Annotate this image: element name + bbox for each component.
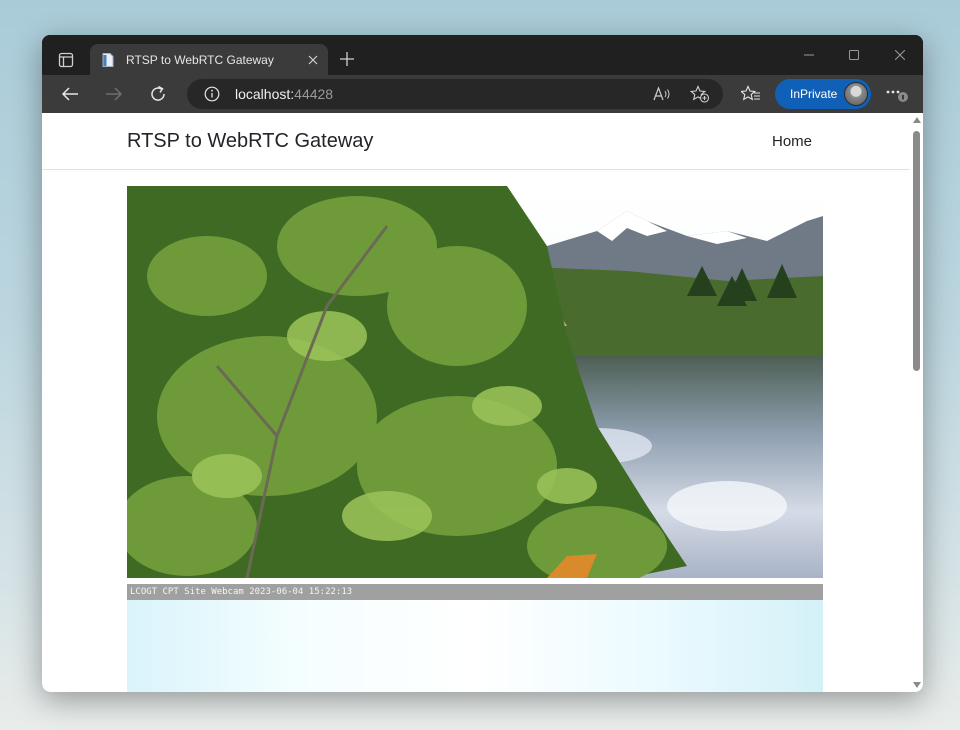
video-stream-lake[interactable] (127, 186, 823, 578)
refresh-icon (151, 85, 165, 101)
window-close-button[interactable] (885, 41, 915, 69)
tab-actions-icon (58, 52, 74, 68)
url-port: 44428 (294, 86, 334, 102)
maximize-icon (849, 50, 859, 60)
more-icon (886, 90, 908, 102)
site-brand[interactable]: RTSP to WebRTC Gateway (127, 130, 373, 153)
lake-webcam-image (127, 186, 823, 578)
forward-button[interactable] (99, 80, 129, 108)
inprivate-button[interactable]: InPrivate (775, 79, 871, 109)
tab-actions-button[interactable] (51, 46, 81, 74)
tab-title: RTSP to WebRTC Gateway (126, 52, 274, 67)
scroll-down-arrow[interactable] (913, 682, 921, 688)
active-tab[interactable]: RTSP to WebRTC Gateway (90, 44, 328, 75)
favorites-icon (741, 85, 760, 101)
page-icon (102, 52, 114, 67)
video-stream-site-webcam[interactable] (127, 600, 823, 692)
site-navbar: RTSP to WebRTC Gateway Home (42, 113, 910, 170)
back-button[interactable] (55, 80, 85, 108)
scroll-thumb[interactable] (913, 131, 920, 371)
favorites-button[interactable] (736, 80, 766, 108)
page-viewport: RTSP to WebRTC Gateway Home LCOGT CPT Si… (42, 113, 923, 692)
browser-toolbar: localhost:44428 InPrivate (42, 75, 923, 113)
browser-window: RTSP to WebRTC Gateway localhost:44428 I… (42, 35, 923, 692)
plus-icon (340, 52, 354, 66)
site-info-button[interactable] (201, 83, 223, 105)
avatar (844, 82, 868, 106)
scroll-up-arrow[interactable] (913, 117, 921, 123)
inprivate-label: InPrivate (790, 87, 838, 101)
vertical-scrollbar[interactable] (910, 113, 923, 692)
read-aloud-icon (653, 86, 670, 101)
minimize-button[interactable] (794, 41, 824, 69)
tab-close-button[interactable] (300, 47, 326, 73)
back-icon (61, 87, 78, 101)
maximize-button[interactable] (839, 41, 869, 69)
nav-home-link[interactable]: Home (772, 133, 812, 150)
minimize-icon (804, 54, 814, 56)
url-text[interactable]: localhost:44428 (235, 86, 333, 102)
add-favorite-icon (690, 85, 710, 103)
settings-and-more-button[interactable] (882, 80, 912, 108)
address-bar[interactable]: localhost:44428 (187, 79, 723, 109)
video-overlay-caption: LCOGT CPT Site Webcam 2023-06-04 15:22:1… (127, 584, 823, 600)
forward-icon (106, 87, 123, 101)
url-host: localhost: (235, 86, 295, 102)
refresh-button[interactable] (143, 80, 173, 108)
read-aloud-button[interactable] (649, 83, 675, 105)
tab-strip: RTSP to WebRTC Gateway (42, 35, 923, 75)
close-icon (308, 55, 318, 64)
new-tab-button[interactable] (334, 46, 360, 72)
info-icon (204, 86, 220, 102)
window-close-icon (895, 50, 905, 60)
add-favorite-button[interactable] (687, 83, 713, 105)
